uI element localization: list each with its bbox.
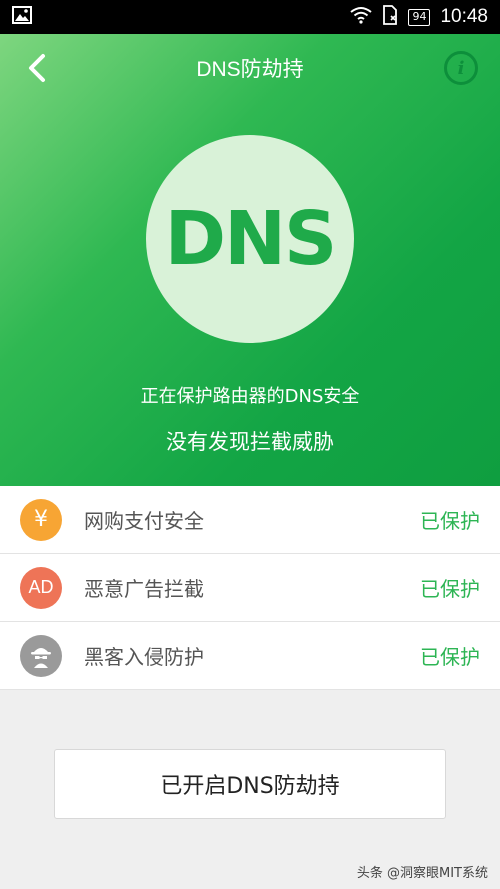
back-button[interactable] (20, 50, 56, 86)
feature-label: 黑客入侵防护 (84, 645, 204, 669)
info-button[interactable]: i (444, 51, 478, 85)
status-time: 10:48 (440, 6, 488, 27)
feature-status: 已保护 (420, 509, 480, 533)
yen-icon: ¥ (20, 498, 62, 541)
feature-status: 已保护 (420, 577, 480, 601)
feature-list: ¥ 网购支付安全 已保护 AD 恶意广告拦截 已保护 黑客入侵防护 已保护 (0, 486, 500, 690)
wifi-icon (350, 6, 373, 29)
hacker-icon (20, 634, 62, 677)
battery-icon: 94 (408, 8, 431, 26)
list-item-ad-blocking[interactable]: AD 恶意广告拦截 已保护 (0, 554, 500, 622)
dns-badge: DNS (146, 135, 354, 343)
sim-off-icon (382, 4, 398, 30)
ad-icon: AD (20, 566, 62, 609)
status-left (12, 6, 32, 28)
image-icon (12, 6, 32, 28)
threat-result-text: 没有发现拦截威胁 (166, 430, 334, 454)
page-title: DNS防劫持 (196, 58, 304, 81)
nav-bar: DNS防劫持 i (0, 34, 500, 102)
ad-icon-glyph: AD (28, 577, 54, 597)
dns-badge-text: DNS (164, 196, 338, 282)
yen-icon-glyph: ¥ (34, 507, 48, 532)
status-right: 94 10:48 (350, 4, 488, 30)
dns-protection-toggle-button[interactable]: 已开启DNS防劫持 (54, 749, 446, 819)
watermark: 头条 @洞察眼MIT系统 (356, 866, 488, 881)
protection-status-text: 正在保护路由器的DNS安全 (140, 386, 360, 407)
protection-hero: DNS防劫持 i DNS 正在保护路由器的DNS安全 没有发现拦截威胁 (0, 34, 500, 486)
list-item-payment-security[interactable]: ¥ 网购支付安全 已保护 (0, 486, 500, 554)
list-item-intrusion-protection[interactable]: 黑客入侵防护 已保护 (0, 622, 500, 690)
feature-status: 已保护 (420, 645, 480, 669)
feature-label: 恶意广告拦截 (84, 577, 204, 601)
feature-label: 网购支付安全 (84, 509, 204, 533)
status-bar: 94 10:48 (0, 0, 500, 34)
chevron-left-icon (29, 54, 45, 82)
info-icon: i (457, 57, 465, 79)
battery-level: 94 (412, 10, 427, 23)
